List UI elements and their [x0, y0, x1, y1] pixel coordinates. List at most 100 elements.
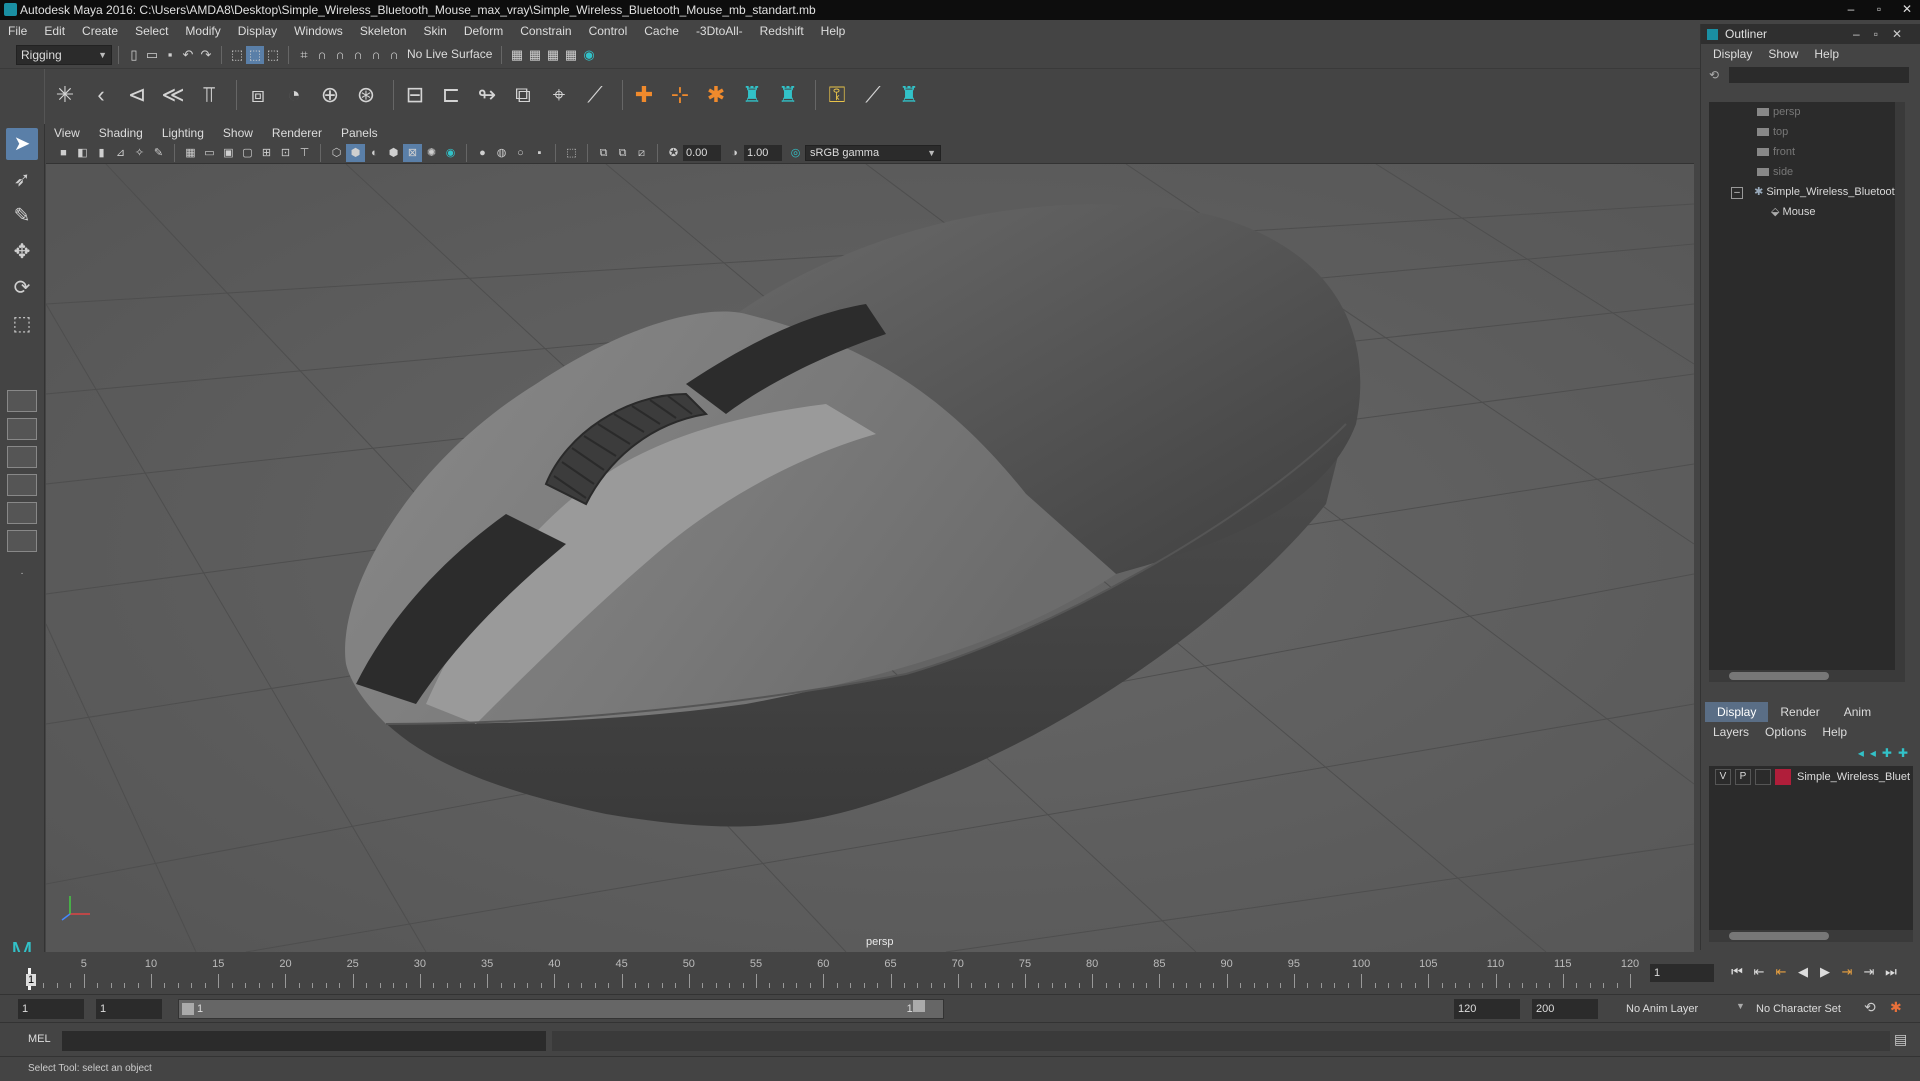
maximize-button[interactable]: ▫: [1866, 0, 1892, 18]
xray-active-icon[interactable]: ⧉: [613, 144, 632, 162]
menu-display[interactable]: Display: [238, 24, 277, 38]
current-frame-field[interactable]: 1: [1650, 964, 1714, 982]
outliner-item-front[interactable]: front: [1709, 142, 1905, 162]
aim-constraint-icon[interactable]: ⊏: [436, 80, 466, 110]
hypershade-icon[interactable]: ◉: [580, 46, 598, 64]
rig-tool-b-icon[interactable]: ♜: [773, 80, 803, 110]
step-forward-frame-icon[interactable]: ⇥: [1836, 964, 1858, 980]
time-slider[interactable]: 5 10 15 20 25 30 35 40 45 50 55 60 65 70 75 80 85 90 95 100…: [0, 952, 1920, 994]
menu-deform[interactable]: Deform: [464, 24, 503, 38]
screen-space-ao-icon[interactable]: ●: [473, 144, 492, 162]
start-time-field[interactable]: 1: [18, 999, 84, 1019]
playback-start-field[interactable]: 1: [96, 999, 162, 1019]
open-scene-icon[interactable]: ▭: [143, 46, 161, 64]
layer-playback-toggle[interactable]: P: [1735, 769, 1751, 785]
outliner-item-side[interactable]: side: [1709, 162, 1905, 182]
view-transform-dropdown[interactable]: sRGB gamma ▼: [805, 144, 941, 161]
play-forward-icon[interactable]: ▶: [1814, 964, 1836, 980]
playback-range-bar[interactable]: 1 120: [178, 999, 944, 1019]
save-scene-icon[interactable]: ▪: [161, 46, 179, 64]
play-backward-icon[interactable]: ◀: [1792, 964, 1814, 980]
character-set-dropdown[interactable]: No Character Set: [1752, 999, 1862, 1019]
paint-weights-icon[interactable]: ◔: [279, 80, 309, 110]
anti-aliasing-icon[interactable]: ○: [511, 144, 530, 162]
layer-row[interactable]: V P Simple_Wireless_Bluet: [1709, 766, 1913, 788]
menu-windows[interactable]: Windows: [294, 24, 343, 38]
exposure-field[interactable]: 0.00: [683, 144, 721, 161]
redo-icon[interactable]: ↷: [197, 46, 215, 64]
anim-layer-arrow-icon[interactable]: ▼: [1736, 1001, 1745, 1011]
menu-modify[interactable]: Modify: [185, 24, 220, 38]
go-to-start-icon[interactable]: ⏮: [1726, 964, 1748, 980]
outliner-menu-display[interactable]: Display: [1713, 47, 1752, 61]
perspective-viewport[interactable]: View Shading Lighting Show Renderer Pane…: [46, 124, 1694, 952]
snap-surface-icon[interactable]: ∩: [367, 46, 385, 64]
preferences-icon[interactable]: ✱: [1890, 999, 1902, 1016]
vp-menu-shading[interactable]: Shading: [99, 126, 143, 140]
outliner-item-persp[interactable]: persp: [1709, 102, 1905, 122]
safe-title-icon[interactable]: ⊤: [295, 144, 314, 162]
locator-icon[interactable]: ✚: [629, 80, 659, 110]
layer-visibility-toggle[interactable]: V: [1715, 769, 1731, 785]
set-driven-key-icon[interactable]: ⟋: [858, 80, 888, 110]
safe-action-icon[interactable]: ⊡: [276, 144, 295, 162]
grease-pencil-icon[interactable]: ✎: [149, 144, 168, 162]
outliner-horizontal-scrollbar[interactable]: [1709, 670, 1905, 682]
hypershade-layout-icon[interactable]: [7, 502, 37, 524]
collapse-icon[interactable]: ·: [6, 558, 38, 590]
range-start-handle[interactable]: [182, 1003, 194, 1015]
outliner-menu-help[interactable]: Help: [1814, 47, 1839, 61]
vp-menu-view[interactable]: View: [54, 126, 80, 140]
menu-redshift[interactable]: Redshift: [760, 24, 804, 38]
gate-mask-icon[interactable]: ▢: [238, 144, 257, 162]
color-management-icon[interactable]: ◎: [786, 144, 805, 162]
outliner-vertical-scrollbar[interactable]: [1895, 102, 1905, 682]
scale-tool-icon[interactable]: ⬚: [6, 308, 38, 340]
range-end-handle[interactable]: [913, 1000, 925, 1012]
joint-orient-icon[interactable]: ⊹: [665, 80, 695, 110]
film-gate-icon[interactable]: ▭: [200, 144, 219, 162]
outliner-window-buttons[interactable]: –▫✕: [1853, 24, 1916, 44]
lattice-icon[interactable]: ⊕: [315, 80, 345, 110]
outliner-item-group[interactable]: – ✱ Simple_Wireless_Bluetoot: [1709, 182, 1905, 202]
camera-select-icon[interactable]: ■: [54, 144, 73, 162]
menu-cache[interactable]: Cache: [644, 24, 679, 38]
paint-select-icon[interactable]: ✎: [6, 200, 38, 232]
joint-tool-icon[interactable]: ✳: [50, 80, 80, 110]
menu-constrain[interactable]: Constrain: [520, 24, 571, 38]
rig-tool-a-icon[interactable]: ♜: [737, 80, 767, 110]
outliner-item-top[interactable]: top: [1709, 122, 1905, 142]
xray-joints-icon[interactable]: ⧉: [594, 144, 613, 162]
isolate-select-icon[interactable]: ⬚: [562, 144, 581, 162]
persp-graph-layout-icon[interactable]: [7, 474, 37, 496]
menu-set-dropdown[interactable]: Rigging ▼: [16, 45, 112, 65]
make-live-icon[interactable]: ∩: [385, 46, 403, 64]
undo-icon[interactable]: ↶: [179, 46, 197, 64]
camera-attributes-icon[interactable]: ◧: [73, 144, 92, 162]
smooth-shade-icon[interactable]: ⬢: [346, 143, 365, 162]
anim-layer-dropdown[interactable]: No Anim Layer: [1622, 999, 1740, 1019]
point-constraint-icon[interactable]: ⊟: [400, 80, 430, 110]
pole-vector-icon[interactable]: ⟋: [580, 80, 610, 110]
textured-icon[interactable]: ⬢: [384, 144, 403, 162]
exposure-icon[interactable]: ✪: [664, 144, 683, 162]
shelf-tab-handle[interactable]: [0, 69, 45, 125]
render-frame-icon[interactable]: ▦: [526, 46, 544, 64]
layer-display-type[interactable]: [1755, 769, 1771, 785]
snap-curve-icon[interactable]: ∩: [313, 46, 331, 64]
resolution-gate-icon[interactable]: ▣: [219, 144, 238, 162]
menu-control[interactable]: Control: [589, 24, 628, 38]
menu-skin[interactable]: Skin: [424, 24, 447, 38]
command-input[interactable]: [62, 1031, 546, 1051]
menu-3dtoall[interactable]: -3DtoAll-: [696, 24, 743, 38]
orient-constraint-icon[interactable]: ↬: [472, 80, 502, 110]
move-tool-icon[interactable]: ✥: [6, 236, 38, 268]
xray-icon[interactable]: ◉: [441, 144, 460, 162]
rotate-tool-icon[interactable]: ⟳: [6, 272, 38, 304]
step-back-key-icon[interactable]: ⇤: [1748, 964, 1770, 980]
select-component-icon[interactable]: ⬚: [264, 46, 282, 64]
go-to-end-icon[interactable]: ⏭: [1880, 964, 1902, 980]
snap-view-icon[interactable]: ∩: [349, 46, 367, 64]
scale-constraint-icon[interactable]: ⧉: [508, 80, 538, 110]
outliner-menu-show[interactable]: Show: [1768, 47, 1798, 61]
